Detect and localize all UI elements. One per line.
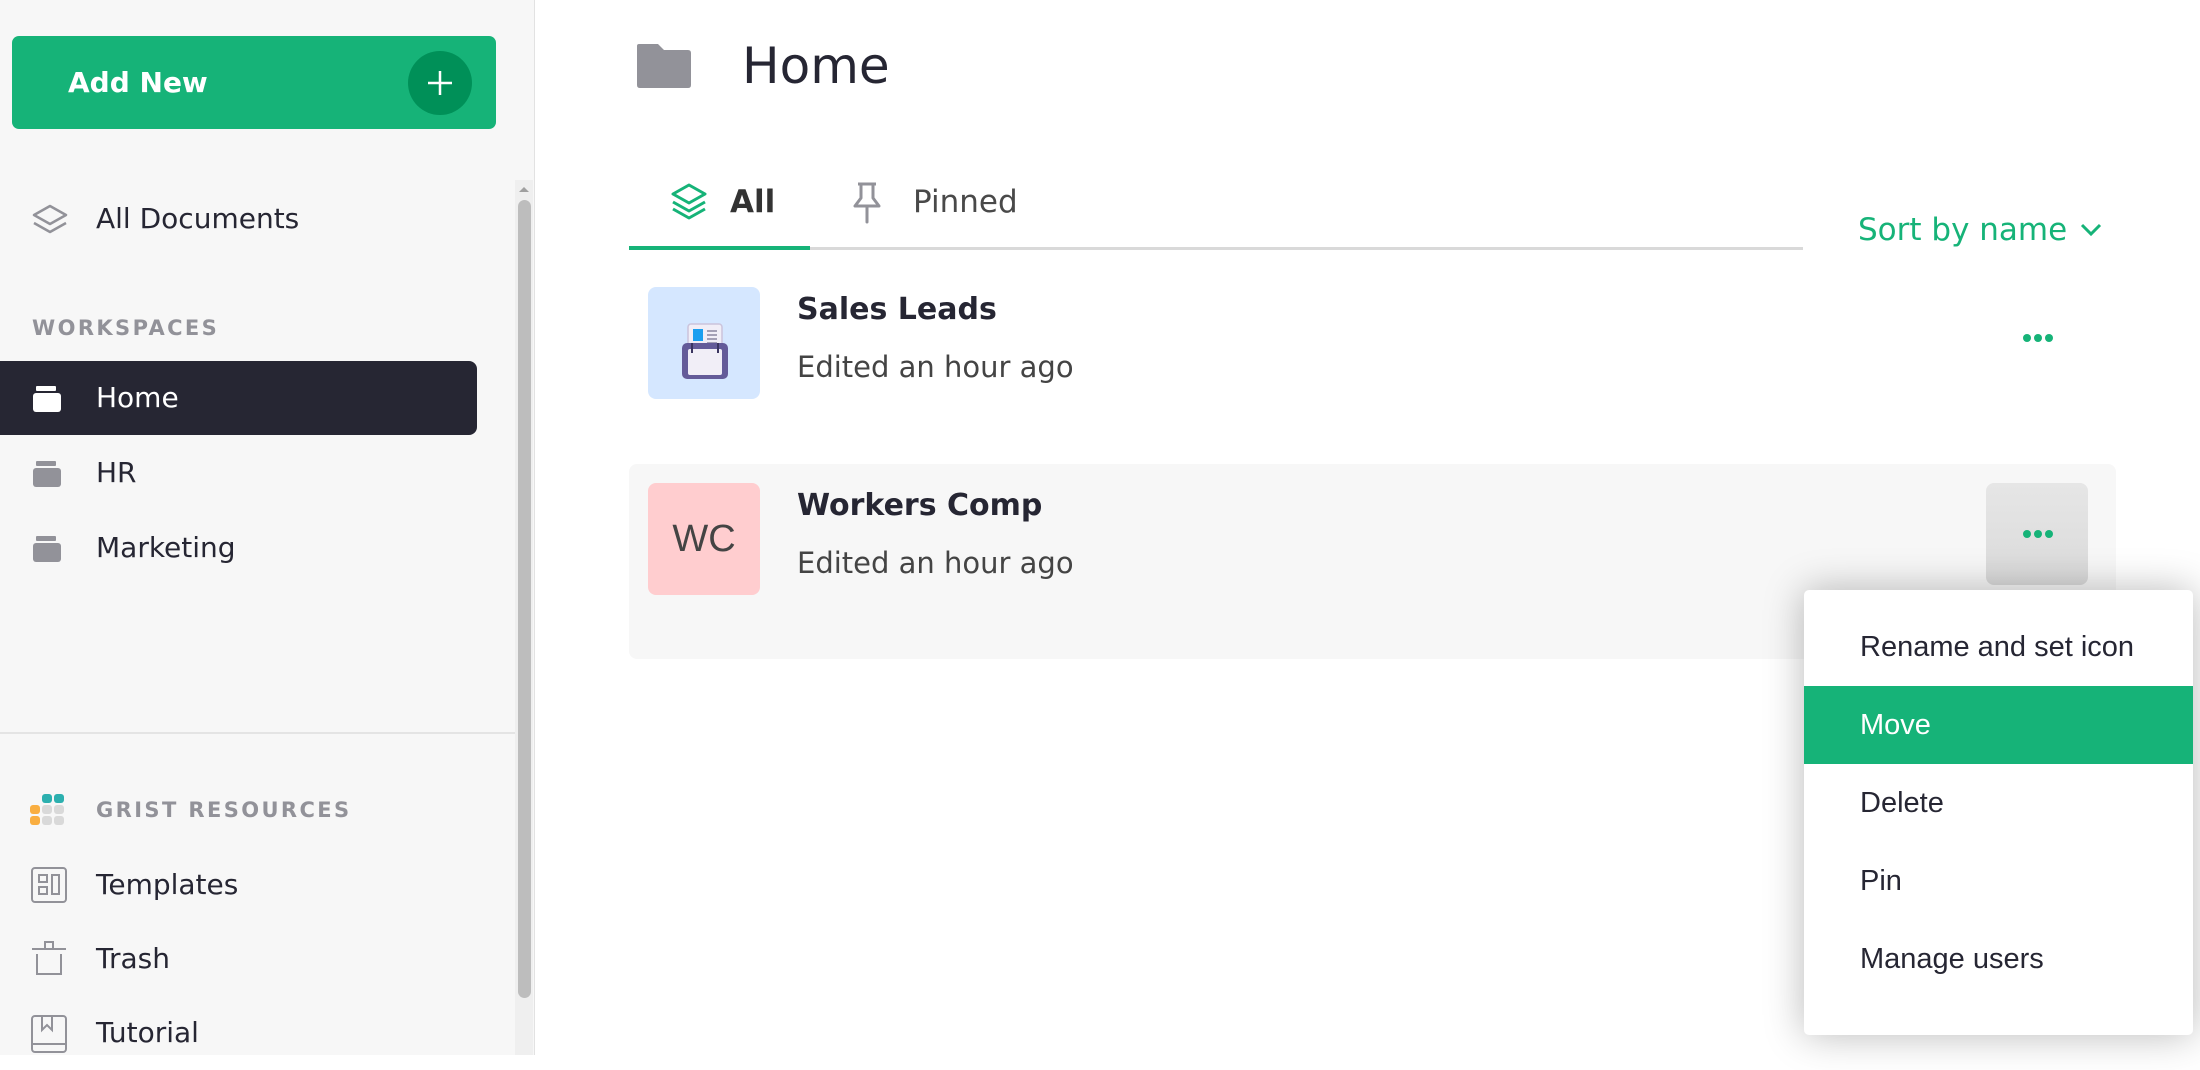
document-edited-time: Edited an hour ago [797,546,1074,580]
sidebar-scrollbar[interactable] [515,180,533,1055]
add-new-button[interactable]: Add New [12,36,496,129]
document-tabs: All Pinned [629,170,1803,250]
trash-icon [30,940,70,975]
more-options-button[interactable] [1986,483,2088,585]
plus-icon [408,51,472,115]
ellipsis-icon [2023,334,2053,342]
sidebar-item-label: HR [96,456,137,489]
sidebar-item-label: Templates [96,868,239,901]
sidebar-item-hr[interactable]: HR [0,436,477,510]
sidebar-item-marketing[interactable]: Marketing [0,511,477,585]
tab-label: All [730,184,776,220]
workspace-icon [30,383,70,413]
sidebar-item-label: Tutorial [96,1016,199,1049]
tab-all[interactable]: All [629,170,810,250]
sidebar-item-templates[interactable]: Templates [0,848,477,922]
document-row[interactable]: Sales Leads Edited an hour ago [629,268,2116,463]
document-thumbnail [648,287,760,399]
sidebar-item-label: Trash [96,942,170,975]
document-name[interactable]: Sales Leads [797,292,997,327]
menu-item-rename[interactable]: Rename and set icon [1804,608,2193,686]
menu-item-delete[interactable]: Delete [1804,764,2193,842]
templates-icon [30,866,70,903]
page-title: Home [742,37,890,95]
sidebar-item-trash[interactable]: Trash [0,922,477,996]
add-new-label: Add New [68,66,208,99]
layers-icon [669,182,709,226]
sidebar-item-label: Home [96,381,179,414]
document-initials: WC [672,518,736,560]
sidebar-item-label: Marketing [96,531,236,564]
menu-item-move[interactable]: Move [1804,686,2193,764]
document-edited-time: Edited an hour ago [797,350,1074,384]
grist-resources-heading: GRIST RESOURCES [96,798,352,822]
pin-icon [851,182,883,228]
ellipsis-icon [2023,530,2053,538]
workspace-icon [30,533,70,563]
scrollbar-thumb[interactable] [518,200,531,998]
layers-icon [30,204,70,234]
document-context-menu: Rename and set icon Move Delete Pin Mana… [1804,590,2193,1035]
chevron-down-icon [2080,223,2102,237]
sidebar: Add New All Documents WORKSPACES Home HR… [0,0,535,1055]
sidebar-divider [0,732,515,734]
document-name[interactable]: Workers Comp [797,488,1042,523]
document-thumbnail: WC [648,483,760,595]
tab-selected-indicator [629,246,810,250]
sidebar-item-tutorial[interactable]: Tutorial [0,996,477,1070]
sidebar-item-label: All Documents [96,202,300,235]
tab-pinned[interactable]: Pinned [851,170,1051,250]
menu-item-manage-users[interactable]: Manage users [1804,920,2193,998]
scroll-up-arrow-icon[interactable] [515,180,533,200]
folder-icon [636,42,692,92]
grist-logo-icon [30,792,66,832]
workspaces-heading: WORKSPACES [32,316,220,340]
more-options-button[interactable] [1986,287,2088,389]
sort-label: Sort by name [1858,212,2068,248]
tutorial-book-icon [30,1014,70,1053]
tab-label: Pinned [913,184,1018,220]
rolodex-icon [682,323,728,379]
menu-item-pin[interactable]: Pin [1804,842,2193,920]
sort-dropdown[interactable]: Sort by name [1858,208,2102,252]
sidebar-item-home[interactable]: Home [0,361,477,435]
sidebar-item-all-documents[interactable]: All Documents [0,182,477,256]
workspace-icon [30,458,70,488]
